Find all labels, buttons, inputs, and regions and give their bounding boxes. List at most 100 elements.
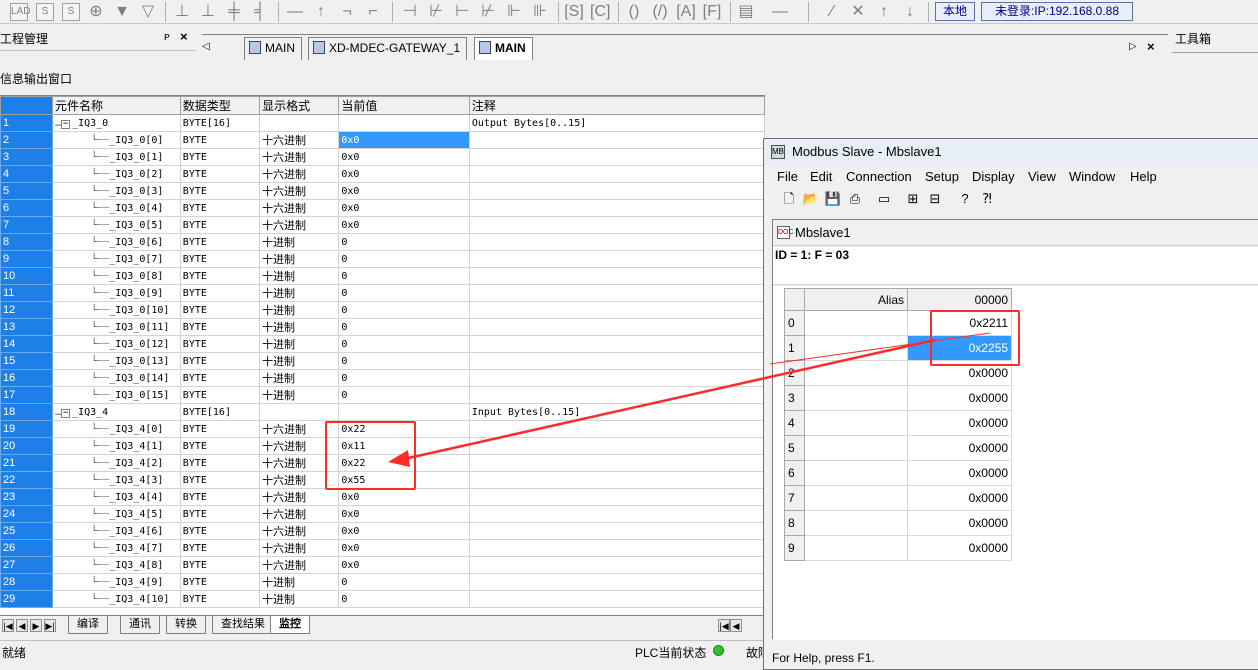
help-icon[interactable]: ? [956, 190, 974, 208]
register-value[interactable]: 0x0000 [907, 360, 1012, 386]
pulse-nc-contact-icon[interactable]: ⊪ [530, 2, 550, 22]
current-value[interactable]: 0 [338, 352, 470, 370]
current-value[interactable]: 0x0 [338, 539, 470, 557]
function-a-icon[interactable]: [A] [676, 2, 696, 22]
save-icon[interactable]: 💾 [824, 190, 842, 208]
menu-view[interactable]: View [1028, 169, 1056, 184]
delete-cross-icon[interactable]: ✕ [848, 2, 868, 22]
current-value[interactable]: 0x0 [338, 131, 470, 149]
hscroll-left-arrow-icon[interactable]: ◀ [730, 619, 742, 632]
current-value[interactable]: 0x55 [338, 471, 470, 489]
table-row[interactable]: 12 └┈┈_IQ3_0[10] BYTE 十进制 0 [0, 301, 765, 319]
alias-header[interactable]: Alias [804, 288, 908, 311]
table-row[interactable]: 22 └┈┈_IQ3_4[3] BYTE 十六进制 0x55 [0, 471, 765, 489]
tab-comm[interactable]: 通讯 [120, 616, 160, 634]
register-alias[interactable] [804, 410, 908, 436]
corner-icon[interactable]: ¬ [337, 2, 357, 22]
function-f-icon[interactable]: [F] [702, 2, 722, 22]
table-row[interactable]: 25 └┈┈_IQ3_4[6] BYTE 十六进制 0x0 [0, 522, 765, 540]
register-row[interactable]: 0 0x2211 [784, 310, 1012, 336]
down-outline-icon[interactable]: ▽ [138, 2, 158, 22]
address-header[interactable]: 00000 [907, 288, 1012, 311]
table-row[interactable]: 11 └┈┈_IQ3_0[9] BYTE 十进制 0 [0, 284, 765, 302]
menu-edit[interactable]: Edit [810, 169, 832, 184]
tab-scroll-left-icon[interactable]: ◁ [202, 41, 210, 52]
register-row[interactable]: 7 0x0000 [784, 485, 1012, 511]
no-contact-icon[interactable]: ⊣ [400, 2, 420, 22]
delete-line-icon[interactable]: ⁄ [822, 2, 842, 22]
register-alias[interactable] [804, 535, 908, 561]
current-value[interactable]: 0 [338, 233, 470, 251]
parallel-close-icon[interactable]: ╡ [250, 2, 270, 22]
table-row[interactable]: 9 └┈┈_IQ3_0[7] BYTE 十进制 0 [0, 250, 765, 268]
coil-neg-icon[interactable]: (/) [650, 2, 670, 22]
table-row[interactable]: 18… − _IQ3_4 BYTE[16] Input Bytes[0..15] [0, 403, 765, 421]
tab-gateway[interactable]: XD-MDEC-GATEWAY_1 [308, 37, 468, 60]
tab-compile[interactable]: 编译 [68, 616, 108, 634]
current-value[interactable]: 0 [338, 590, 470, 608]
register-row[interactable]: 3 0x0000 [784, 385, 1012, 411]
current-value[interactable]: 0x0 [338, 505, 470, 523]
table-row[interactable]: 28 └┈┈_IQ3_4[9] BYTE 十进制 0 [0, 573, 765, 591]
current-value[interactable]: 0x0 [338, 148, 470, 166]
col-value-header[interactable]: 当前值 [338, 96, 470, 115]
window-icon[interactable]: ▭ [875, 190, 893, 208]
register-alias[interactable] [804, 360, 908, 386]
current-value[interactable]: 0 [338, 318, 470, 336]
connect-icon[interactable]: ⊞ [904, 190, 922, 208]
table-row[interactable]: 13 └┈┈_IQ3_0[11] BYTE 十进制 0 [0, 318, 765, 336]
down-arrow-line-icon[interactable]: ↓ [900, 2, 920, 22]
register-row[interactable]: 4 0x0000 [784, 410, 1012, 436]
first-tab-icon[interactable]: |◀ [2, 619, 14, 632]
modbus-window-title[interactable]: Modbus Slave - Mbslave1 [764, 139, 1258, 165]
register-row[interactable]: 9 0x0000 [784, 535, 1012, 561]
falling-contact-icon[interactable]: ⊬ [478, 2, 498, 22]
current-value[interactable]: 0x0 [338, 165, 470, 183]
pin-icon[interactable]: ᴘ [164, 31, 170, 43]
branch-open-icon[interactable]: ⊥ [198, 2, 218, 22]
current-value[interactable]: 0x0 [338, 522, 470, 540]
next-tab-icon[interactable]: ▶ [30, 619, 42, 632]
open-folder-icon[interactable]: 📂 [802, 190, 820, 208]
register-alias[interactable] [804, 485, 908, 511]
set-coil-icon[interactable]: [S] [564, 2, 584, 22]
context-help-icon[interactable]: ⁈ [978, 190, 996, 208]
register-value[interactable]: 0x0000 [907, 535, 1012, 561]
menu-setup[interactable]: Setup [925, 169, 959, 184]
current-value[interactable] [338, 403, 470, 421]
menu-connection[interactable]: Connection [846, 169, 912, 184]
col-format-header[interactable]: 显示格式 [259, 96, 340, 115]
coil-icon[interactable]: () [624, 2, 644, 22]
register-value[interactable]: 0x0000 [907, 410, 1012, 436]
table-row[interactable]: 3 └┈┈_IQ3_0[1] BYTE 十六进制 0x0 [0, 148, 765, 166]
prev-tab-icon[interactable]: ◀ [16, 619, 28, 632]
current-value[interactable]: 0 [338, 301, 470, 319]
table-row[interactable]: 29 └┈┈_IQ3_4[10] BYTE 十进制 0 [0, 590, 765, 608]
st-icon[interactable]: S [62, 3, 80, 21]
rising-contact-icon[interactable]: ⊢ [452, 2, 472, 22]
menu-display[interactable]: Display [972, 169, 1015, 184]
hline-icon[interactable]: — [285, 2, 305, 22]
table-row[interactable]: 26 └┈┈_IQ3_4[7] BYTE 十六进制 0x0 [0, 539, 765, 557]
register-row[interactable]: 1 0x2255 [784, 335, 1012, 361]
table-row[interactable]: 21 └┈┈_IQ3_4[2] BYTE 十六进制 0x22 [0, 454, 765, 472]
location-box[interactable]: 本地 [935, 2, 975, 21]
tab-close-icon[interactable]: × [1147, 39, 1155, 54]
ladder-icon[interactable]: LAD [10, 3, 30, 21]
hscroll-left-icon[interactable]: |◀ [718, 619, 730, 632]
table-row[interactable]: 10 └┈┈_IQ3_0[8] BYTE 十进制 0 [0, 267, 765, 285]
up-arrow-icon[interactable]: ↑ [874, 2, 894, 22]
register-alias[interactable] [804, 385, 908, 411]
new-file-icon[interactable]: 🗋 [780, 190, 798, 208]
print-icon[interactable]: ⎙ [846, 190, 864, 208]
register-value[interactable]: 0x0000 [907, 385, 1012, 411]
current-value[interactable]: 0x0 [338, 216, 470, 234]
register-row[interactable]: 2 0x0000 [784, 360, 1012, 386]
table-row[interactable]: 4 └┈┈_IQ3_0[2] BYTE 十六进制 0x0 [0, 165, 765, 183]
tab-main-1[interactable]: MAIN [244, 37, 302, 60]
collapse-icon[interactable]: − [61, 408, 71, 418]
close-icon[interactable]: × [180, 29, 188, 44]
register-alias[interactable] [804, 460, 908, 486]
table-row[interactable]: 19 └┈┈_IQ3_4[0] BYTE 十六进制 0x22 [0, 420, 765, 438]
menu-help[interactable]: Help [1130, 169, 1157, 184]
